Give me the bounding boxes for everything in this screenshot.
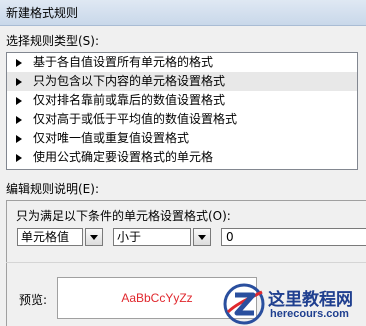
rule-type-item[interactable]: 仅对唯一值或重复值设置格式 xyxy=(7,129,357,148)
rule-type-item-label: 基于各自值设置所有单元格的格式 xyxy=(33,55,214,69)
rule-description-label: 编辑规则说明(E): xyxy=(6,182,99,196)
triangle-right-icon xyxy=(16,78,22,86)
rule-type-list[interactable]: 基于各自值设置所有单元格的格式 只为包含以下内容的单元格设置格式 仅对排名靠前或… xyxy=(6,52,358,170)
rule-type-label: 选择规则类型(S): xyxy=(6,34,100,48)
operator-select[interactable]: 小于 xyxy=(113,228,191,246)
dialog-title-bar: 新建格式规则 xyxy=(0,0,366,26)
triangle-right-icon xyxy=(16,59,22,67)
rule-type-item-label: 只为包含以下内容的单元格设置格式 xyxy=(33,74,226,88)
rule-type-item-label: 仅对高于或低于平均值的数值设置格式 xyxy=(33,112,238,126)
watermark-url: herecours.com xyxy=(270,308,349,320)
triangle-right-icon xyxy=(16,135,22,143)
value-input[interactable]: 0 xyxy=(221,228,366,246)
rule-type-item[interactable]: 仅对高于或低于平均值的数值设置格式 xyxy=(7,110,357,129)
preview-text: AaBbCcYyZz xyxy=(121,291,193,305)
triangle-right-icon xyxy=(16,97,22,105)
triangle-right-icon xyxy=(16,154,22,162)
rule-type-item-label: 使用公式确定要设置格式的单元格 xyxy=(33,150,214,164)
triangle-right-icon xyxy=(16,116,22,124)
watermark-title: 这里教程网 xyxy=(268,290,353,310)
operator-select-dropdown-button[interactable] xyxy=(193,228,211,246)
divider xyxy=(6,262,366,263)
watermark: 这里教程网 herecours.com xyxy=(222,282,366,326)
rule-type-item[interactable]: 仅对排名靠前或靠后的数值设置格式 xyxy=(7,91,357,110)
dialog-title: 新建格式规则 xyxy=(6,6,79,20)
preview-label: 预览: xyxy=(19,293,48,307)
field-select-dropdown-button[interactable] xyxy=(85,228,103,246)
rule-type-item[interactable]: 使用公式确定要设置格式的单元格 xyxy=(7,148,357,167)
rule-type-item[interactable]: 基于各自值设置所有单元格的格式 xyxy=(7,53,357,72)
condition-label: 只为满足以下条件的单元格设置格式(O): xyxy=(16,209,231,223)
field-select[interactable]: 单元格值 xyxy=(17,228,83,246)
rule-type-item-label: 仅对排名靠前或靠后的数值设置格式 xyxy=(33,93,226,107)
watermark-logo-icon xyxy=(223,283,265,325)
rule-type-item-label: 仅对唯一值或重复值设置格式 xyxy=(33,131,190,145)
rule-type-item-selected[interactable]: 只为包含以下内容的单元格设置格式 xyxy=(7,72,357,91)
